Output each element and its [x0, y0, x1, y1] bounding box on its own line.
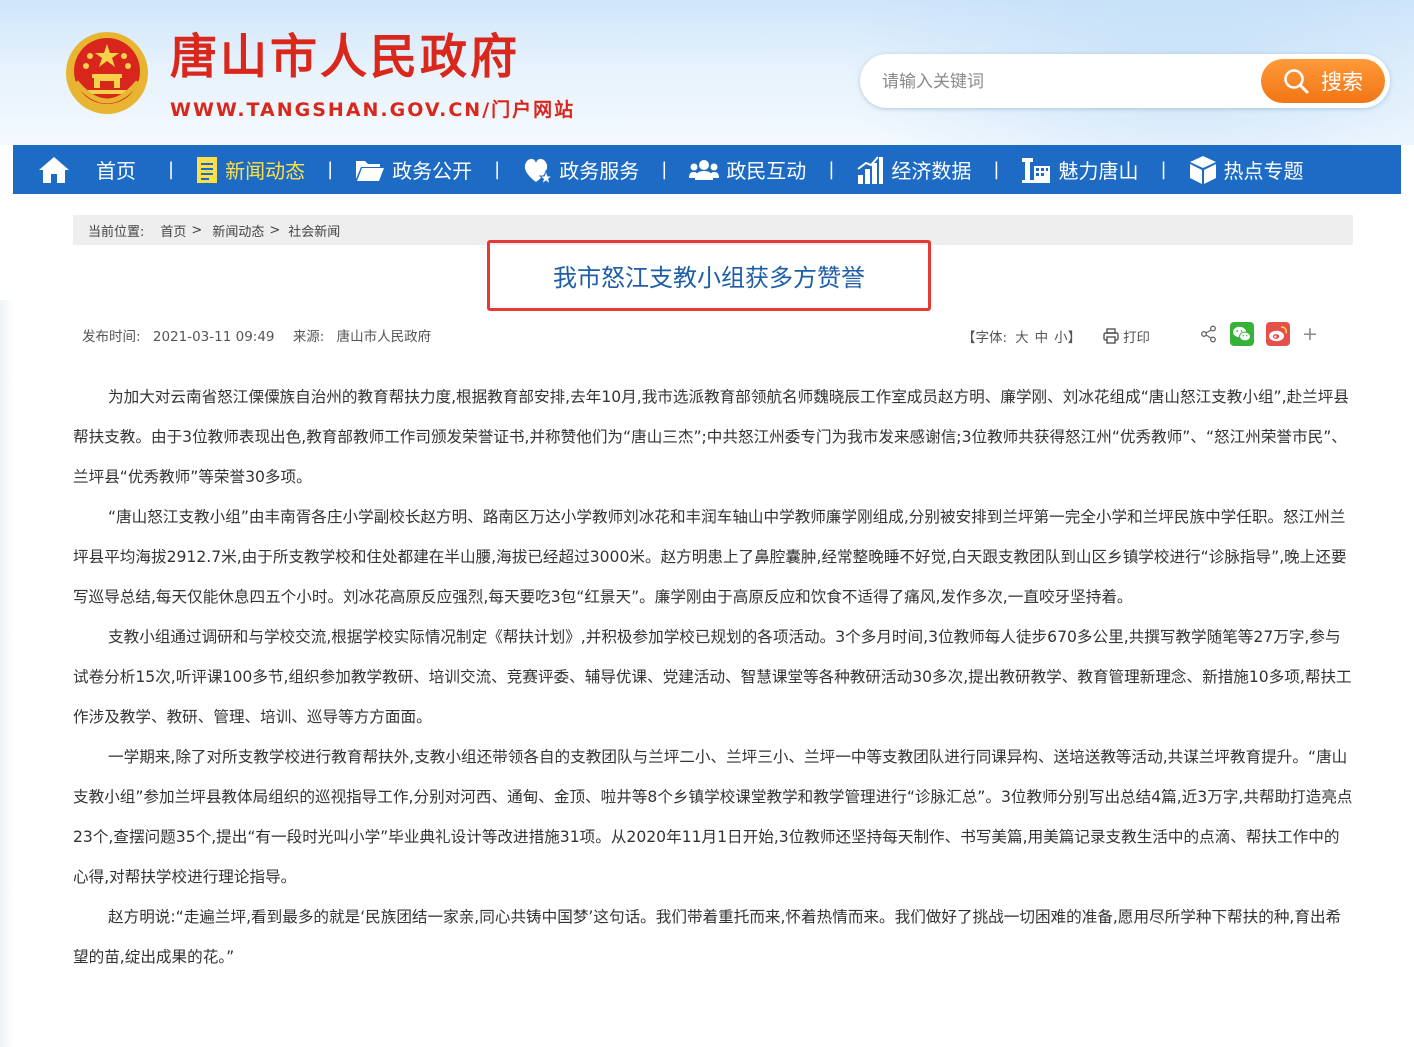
article-paragraph: 赵方明说:“走遍兰坪,看到最多的就是‘民族团结一家亲,同心共铸中国梦’这句话。我… — [73, 908, 1342, 966]
nav-item-charm[interactable]: 魅力唐山 — [1021, 145, 1138, 194]
breadcrumb-link-news[interactable]: 新闻动态 — [212, 221, 264, 240]
nav-item-gov-service[interactable]: 政务服务 — [522, 145, 639, 194]
nav-label: 魅力唐山 — [1058, 159, 1139, 183]
site-header: 唐山市人民政府 WWW.TANGSHAN.GOV.CN/门户网站 搜索 — [0, 0, 1414, 145]
nav-separator: | — [1160, 159, 1167, 180]
font-size-medium[interactable]: 中 — [1035, 326, 1049, 346]
font-size-label-close: 】 — [1067, 330, 1082, 346]
publish-label: 发布时间: — [82, 329, 141, 345]
article-paragraph: “唐山怒江支教小组”由丰南胥各庄小学副校长赵方明、路南区万达小学教师刘冰花和丰润… — [73, 508, 1347, 606]
font-size-large[interactable]: 大 — [1015, 326, 1029, 346]
nav-item-gov-affairs[interactable]: 政务公开 — [355, 145, 472, 194]
nav-separator: | — [993, 159, 1000, 180]
nav-separator: | — [828, 159, 835, 180]
nav-separator: | — [327, 159, 334, 180]
plus-icon[interactable]: + — [1302, 323, 1318, 345]
source-label: 来源: — [292, 329, 325, 345]
document-icon — [197, 156, 218, 183]
nav-separator: | — [661, 159, 668, 180]
main-nav: 首页 | 新闻动态 | 政务公开 | 政务服务 | 政民互动 | 经济数据 | … — [13, 145, 1401, 194]
breadcrumb-link-home[interactable]: 首页 — [160, 221, 186, 240]
nav-item-economy[interactable]: 经济数据 — [856, 145, 971, 194]
share-icon[interactable] — [1200, 325, 1218, 343]
nav-label: 首页 — [96, 159, 136, 183]
article-title: 我市怒江支教小组获多方赞誉 — [553, 264, 865, 292]
search-button-label: 搜索 — [1321, 70, 1363, 94]
cube-icon — [1189, 155, 1216, 184]
search-input[interactable] — [880, 66, 1244, 98]
bar-chart-icon — [857, 155, 884, 184]
article-meta: 发布时间: 2021-03-11 09:49 来源: 唐山市人民政府 — [82, 325, 431, 345]
nav-item-home[interactable]: 首页 — [37, 145, 136, 194]
nav-item-topics[interactable]: 热点专题 — [1189, 145, 1304, 194]
breadcrumb-link-social-news[interactable]: 社会新闻 — [288, 221, 340, 240]
breadcrumb-prefix: 当前位置: — [88, 224, 145, 240]
breadcrumb-separator: > — [269, 222, 281, 238]
home-icon — [39, 156, 69, 183]
folder-open-icon — [356, 160, 385, 181]
share-bar: + — [1200, 322, 1318, 346]
nav-label: 新闻动态 — [225, 159, 306, 183]
article-body: 为加大对云南省怒江傈僳族自治州的教育帮扶力度,根据教育部安排,去年10月,我市选… — [73, 377, 1353, 977]
heart-star-icon — [525, 158, 553, 185]
print-label: 打印 — [1123, 330, 1151, 346]
nav-label: 热点专题 — [1223, 159, 1304, 183]
nav-separator: | — [168, 159, 175, 180]
publish-time: 2021-03-11 09:49 — [152, 329, 275, 345]
search-button[interactable]: 搜索 — [1261, 59, 1385, 103]
users-icon — [689, 159, 720, 180]
print-button[interactable]: 打印 — [1103, 326, 1150, 346]
nav-item-news[interactable]: 新闻动态 — [196, 145, 305, 194]
nav-label: 政务公开 — [392, 159, 473, 183]
nav-label: 政务服务 — [559, 159, 640, 183]
source-value: 唐山市人民政府 — [336, 329, 432, 345]
article-paragraph: 为加大对云南省怒江傈僳族自治州的教育帮扶力度,根据教育部安排,去年10月,我市选… — [73, 388, 1349, 486]
font-size-label-open: 【字体: — [962, 330, 1008, 346]
page-edge-shadow — [0, 300, 14, 1047]
nav-item-interaction[interactable]: 政民互动 — [689, 145, 806, 194]
building-icon — [1022, 157, 1051, 183]
article-paragraph: 支教小组通过调研和与学校交流,根据学校实际情况制定《帮扶计划》,并积极参加学校已… — [73, 628, 1352, 726]
search-icon — [1284, 69, 1309, 94]
wechat-icon[interactable] — [1230, 322, 1254, 346]
article-paragraph: 一学期来,除了对所支教学校进行教育帮扶外,支教小组还带领各自的支教团队与兰坪二小… — [73, 748, 1353, 886]
site-title: 唐山市人民政府 — [170, 30, 520, 85]
nav-label: 经济数据 — [891, 159, 972, 183]
weibo-icon[interactable] — [1266, 322, 1290, 346]
nav-label: 政民互动 — [726, 159, 807, 183]
article-tools: 【字体: 大 中 小 】 打印 — [962, 324, 1150, 348]
breadcrumb-separator: > — [191, 222, 203, 238]
national-emblem-icon — [66, 32, 148, 114]
site-url: WWW.TANGSHAN.GOV.CN/门户网站 — [170, 99, 576, 121]
nav-separator: | — [494, 159, 501, 180]
search-box: 搜索 — [860, 54, 1390, 108]
printer-icon — [1103, 328, 1119, 344]
font-size-small[interactable]: 小 — [1054, 326, 1068, 346]
